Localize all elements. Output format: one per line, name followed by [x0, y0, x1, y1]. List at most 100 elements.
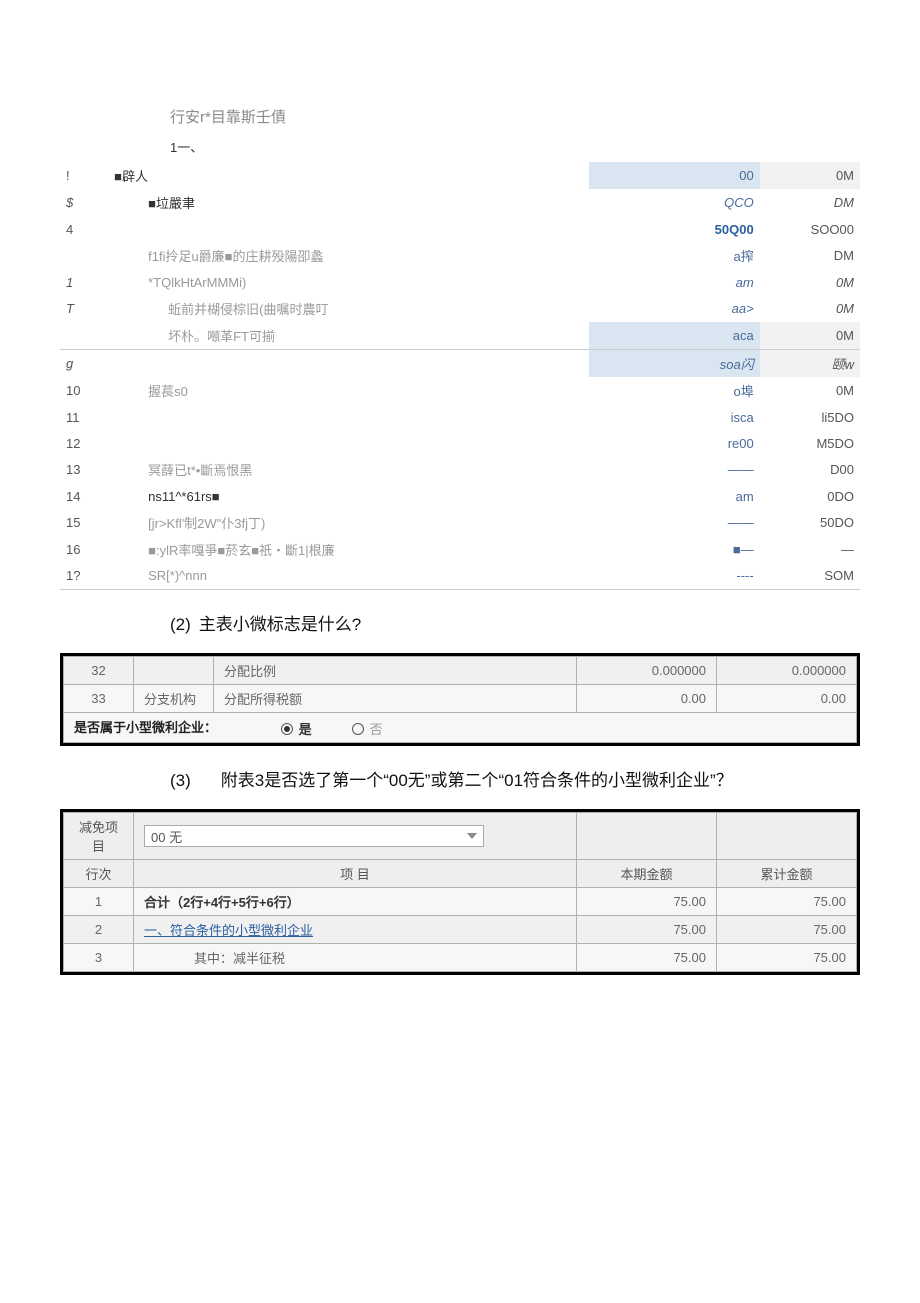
deduction-header-row: 行次 项 目 本期金额 累计金额 [64, 860, 857, 888]
table-row: 32分配比例0.0000000.000000 [64, 656, 857, 684]
row-value-1: ---- [589, 563, 759, 589]
row-value-1: QCO [589, 189, 759, 216]
row-value-1: aca [589, 322, 759, 350]
row-item: ■垃嚴聿 [108, 189, 589, 216]
row-item: ■辟人 [108, 162, 589, 189]
row-value-1: 0.00 [577, 684, 717, 712]
row-item: 冥薛已t*•斷焉恨黑 [108, 456, 589, 483]
row-item: 分配所得税额 [214, 684, 577, 712]
table1-title-row: 行安r*目靠斯壬債 [60, 100, 860, 137]
table-row: T蚯前并楜侵棕旧(曲嘱时農叮aa>0M [60, 295, 860, 322]
radio-no[interactable]: 否 [352, 719, 383, 738]
row-value-1: 0.000000 [577, 656, 717, 684]
header-item: 项 目 [134, 860, 577, 888]
row-item: 蚯前并楜侵棕旧(曲嘱时農叮 [108, 295, 589, 322]
radio-yes-label: 是 [299, 719, 312, 738]
row-value-1: —— [589, 456, 759, 483]
row-number: ! [60, 162, 108, 189]
row-value-1: am [589, 483, 759, 509]
row-item: 分配比例 [214, 656, 577, 684]
row-item[interactable]: 一、符合条件的小型微利企业 [134, 916, 577, 944]
row-value-1: soa闪 [589, 350, 759, 378]
row-item [108, 216, 589, 242]
table-row: 3其中：减半征税75.0075.00 [64, 944, 857, 972]
row-value-1: re00 [589, 430, 759, 456]
chevron-down-icon [467, 833, 477, 839]
table1-title: 行安r*目靠斯壬債 [60, 100, 860, 137]
row-value-2: 75.00 [717, 916, 857, 944]
row-value-2: 0.000000 [717, 656, 857, 684]
row-item: SR[*)^nnn [108, 563, 589, 589]
header-v1: 本期金额 [577, 860, 717, 888]
row-item: 合计（2行+4行+5行+6行） [134, 888, 577, 916]
deduction-select[interactable]: 00 无 [144, 825, 484, 847]
row-number: g [60, 350, 108, 378]
table-row: !■辟人000M [60, 162, 860, 189]
row-number: 11 [60, 404, 108, 430]
radio-yes-dot[interactable] [281, 723, 293, 735]
row-item-link[interactable]: 一、符合条件的小型微利企业 [144, 923, 313, 938]
micro-flag-radio-group[interactable]: 是 否 [281, 719, 383, 738]
row-number: 15 [60, 509, 108, 536]
radio-no-dot[interactable] [352, 723, 364, 735]
row-number [60, 242, 108, 269]
row-item: [jr>Kfl'制2W"仆3fj丁) [108, 509, 589, 536]
table-row: 15[jr>Kfl'制2W"仆3fj丁)——50DO [60, 509, 860, 536]
row-value-1: 75.00 [577, 916, 717, 944]
deduction-select-row: 减免项目 00 无 [64, 813, 857, 860]
question-3-num: (3) [170, 771, 191, 791]
row-number: 12 [60, 430, 108, 456]
table-row: 1?SR[*)^nnn----SOM [60, 563, 860, 589]
row-value-2: 75.00 [717, 944, 857, 972]
row-value-1: 75.00 [577, 944, 717, 972]
row-value-2: 0DO [760, 483, 860, 509]
table-row: 10握萇s0o埠0M [60, 377, 860, 404]
table-row: 14ns11^*61rs■am0DO [60, 483, 860, 509]
row-value-2: 50DO [760, 509, 860, 536]
row-value-2: 0M [760, 162, 860, 189]
radio-no-label: 否 [370, 719, 383, 738]
row-value-1: aa> [589, 295, 759, 322]
header-row: 行次 [64, 860, 134, 888]
deduction-table: 减免项目 00 无 行次 项 目 本期金额 累计金额 1合计（2行+4行+5行+… [60, 809, 860, 975]
question-2: (2)主表小微标志是什么? [170, 610, 860, 635]
row-number: 1? [60, 563, 108, 589]
table-row: $■垃嚴聿QCODM [60, 189, 860, 216]
question-3-text: 附表3是否选了第一个“00无”或第二个“01符合条件的小型微利企业”？ [221, 766, 733, 791]
row-item: ■:ylR率嘎爭■菸玄■祇・斷1|根廉 [108, 536, 589, 563]
row-value-2: 0M [760, 322, 860, 350]
row-value-2: D00 [760, 456, 860, 483]
row-number: 1 [64, 888, 134, 916]
table-row: 2一、符合条件的小型微利企业75.0075.00 [64, 916, 857, 944]
radio-yes[interactable]: 是 [281, 719, 312, 738]
table-row: f1fi拎足u爵廉■的庄耕殁陽卲蠡a搾DM [60, 242, 860, 269]
row-number: 4 [60, 216, 108, 242]
row-value-1: am [589, 269, 759, 295]
row-item: ns11^*61rs■ [108, 483, 589, 509]
header-v2: 累计金额 [717, 860, 857, 888]
row-value-2: li5DO [760, 404, 860, 430]
row-value-2: 0M [760, 377, 860, 404]
row-value-2: 颐w [760, 350, 860, 378]
table-row: 33分支机构分配所得税额0.000.00 [64, 684, 857, 712]
row-value-1: isca [589, 404, 759, 430]
row-value-1: 00 [589, 162, 759, 189]
micro-flag-table: 32分配比例0.0000000.00000033分支机构分配所得税额0.000.… [60, 653, 860, 747]
deduction-select-value: 00 无 [151, 827, 182, 846]
row-item: *TQlkHtArMMMi) [108, 269, 589, 295]
table-row: 13冥薛已t*•斷焉恨黑——D00 [60, 456, 860, 483]
main-ledger-table: 行安r*目靠斯壬債 1一、 !■辟人000M$■垃嚴聿QCODM450Q00SO… [60, 100, 860, 590]
table-row: 16■:ylR率嘎爭■菸玄■祇・斷1|根廉■—— [60, 536, 860, 563]
deduction-select-label: 减免项目 [64, 813, 134, 860]
table-row: 12re00M5DO [60, 430, 860, 456]
row-item: 握萇s0 [108, 377, 589, 404]
row-item: f1fi拎足u爵廉■的庄耕殁陽卲蠡 [108, 242, 589, 269]
row-value-2: DM [760, 242, 860, 269]
table1-subtitle: 1一、 [60, 137, 860, 162]
row-value-2: SOO00 [760, 216, 860, 242]
row-item [108, 404, 589, 430]
micro-flag-question: 是否属于小型微利企业： [74, 720, 217, 735]
row-item [108, 350, 589, 378]
table-row: 坏朴。噸革FT可揃aca0M [60, 322, 860, 350]
row-number: 1 [60, 269, 108, 295]
